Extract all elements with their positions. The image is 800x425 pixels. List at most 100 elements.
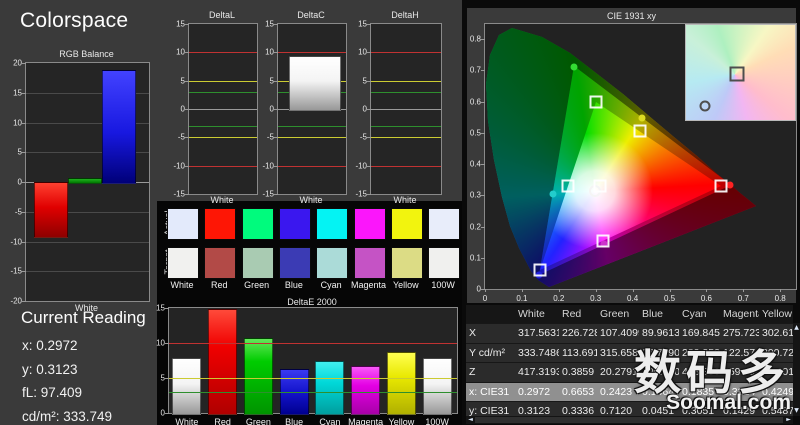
swatch-column-label: Magenta [350, 280, 388, 290]
x-tick-label: 0.7 [738, 294, 749, 303]
x-tick-mark [743, 289, 744, 292]
deltae-category-label: 100W [419, 417, 455, 425]
limit-line [371, 52, 441, 53]
table-cell: 113.6911 [559, 344, 597, 363]
y-tick-label: 15 [143, 304, 165, 313]
deltae-bar-white [172, 358, 201, 415]
scrollbar-thumb[interactable] [475, 417, 783, 423]
limit-line [278, 137, 346, 138]
deltal-chart: 151050-5-10-15 [188, 23, 258, 195]
y-tick-label: -20 [0, 297, 22, 306]
swatch-target-100w [428, 247, 460, 279]
y-tick-label: 15 [252, 20, 274, 29]
table-cell: 0.2423 [597, 383, 639, 402]
current-reading-title: Current Reading [21, 308, 146, 328]
x-tick-mark [706, 289, 707, 292]
table-cell: 0.6653 [559, 383, 597, 402]
y-tick-label: 0 [345, 105, 367, 114]
y-tick-label: 0.1 [459, 253, 481, 262]
deltae-bar-magenta [351, 366, 380, 415]
limit-line [169, 392, 457, 393]
gridline [26, 242, 149, 243]
table-cell: 0.2972 [515, 383, 559, 402]
cie-target-cyan [562, 180, 575, 193]
cie-target-green [589, 95, 602, 108]
swatch-actual-100w [428, 208, 460, 240]
cie-1931-chart: 00.10.20.30.40.50.60.70.800.10.20.30.40.… [484, 23, 797, 290]
table-cell: 315.6588 [597, 344, 639, 363]
swatch-column-label: 100W [424, 280, 462, 290]
table-cell: 107.4099 [597, 324, 639, 343]
cie-measured-green [571, 63, 578, 70]
y-tick-label: -5 [0, 207, 22, 216]
inset-target-square [730, 67, 745, 82]
current-reading-line: y: 0.3123 [22, 362, 78, 377]
y-tick-mark [481, 164, 485, 165]
swatch-target-blue [279, 247, 311, 279]
swatch-target-red [204, 247, 236, 279]
current-reading-line: fL: 97.409 [22, 385, 82, 400]
y-tick-mark [22, 63, 26, 64]
cie-target-blue [534, 264, 547, 277]
x-tick-mark [596, 289, 597, 292]
inset-measured-circle [699, 100, 710, 111]
table-row-label: Z [466, 363, 515, 382]
deltae-category-label: Red [205, 417, 241, 425]
table-cell: 333.7486 [515, 344, 559, 363]
x-tick-label: 0.1 [516, 294, 527, 303]
table-header-cell: Blue [639, 305, 679, 323]
y-tick-label: 0.7 [459, 66, 481, 75]
table-row-label: Y cd/m² [466, 344, 515, 363]
limit-line [189, 126, 257, 127]
limit-line [278, 52, 346, 53]
table-header-cell: Magenta [720, 305, 759, 323]
scroll-right-icon[interactable]: ► [785, 416, 792, 424]
y-tick-label: 5 [345, 76, 367, 85]
y-tick-label: -10 [163, 161, 185, 170]
y-tick-mark [165, 308, 169, 309]
x-tick-mark [485, 289, 486, 292]
table-header-cell [466, 305, 515, 323]
limit-line [189, 81, 257, 82]
rgb-bar-green [68, 178, 102, 184]
table-vertical-scrollbar[interactable]: ▲ ▼ [793, 323, 800, 416]
scroll-down-icon[interactable]: ▼ [793, 407, 800, 415]
x-tick-mark [780, 289, 781, 292]
scroll-up-icon[interactable]: ▲ [793, 324, 800, 332]
swatch-actual-green [242, 208, 274, 240]
page-title: Colorspace [20, 9, 128, 33]
limit-line [189, 52, 257, 53]
y-tick-label: 5 [0, 148, 22, 157]
deltac-chart: 151050-5-10-15 [277, 23, 347, 195]
y-tick-label: 15 [163, 20, 185, 29]
swatch-actual-blue [279, 208, 311, 240]
limit-line [189, 137, 257, 138]
swatch-target-magenta [354, 247, 386, 279]
y-tick-label: -15 [0, 267, 22, 276]
limit-line [189, 109, 257, 110]
table-row-label: x: CIE31 [466, 383, 515, 402]
deltae-bar-red [208, 309, 237, 415]
x-tick-mark [670, 289, 671, 292]
y-tick-mark [185, 24, 189, 25]
deltae-category-label: Blue [276, 417, 312, 425]
limit-line [371, 81, 441, 82]
x-tick-label: 0 [483, 294, 487, 303]
table-header-row: WhiteRedGreenBlueCyanMagentaYellow [466, 305, 793, 323]
y-tick-label: 5 [143, 374, 165, 383]
y-tick-label: 10 [143, 339, 165, 348]
deltah-chart: 151050-5-10-15 [370, 23, 442, 195]
table-horizontal-scrollbar[interactable]: ◄ ► [466, 416, 793, 424]
y-tick-mark [22, 301, 26, 302]
scroll-left-icon[interactable]: ◄ [467, 416, 474, 424]
y-tick-label: 0 [252, 105, 274, 114]
y-tick-mark [165, 413, 169, 414]
limit-line [278, 166, 346, 167]
cie-measured-red [727, 181, 734, 188]
swatch-actual-white [167, 208, 199, 240]
table-header-cell: Red [559, 305, 597, 323]
table-header-cell: Green [597, 305, 639, 323]
rgb-bar-red [34, 182, 68, 238]
swatch-column-label: Red [200, 280, 238, 290]
cie-target-white [594, 180, 607, 193]
